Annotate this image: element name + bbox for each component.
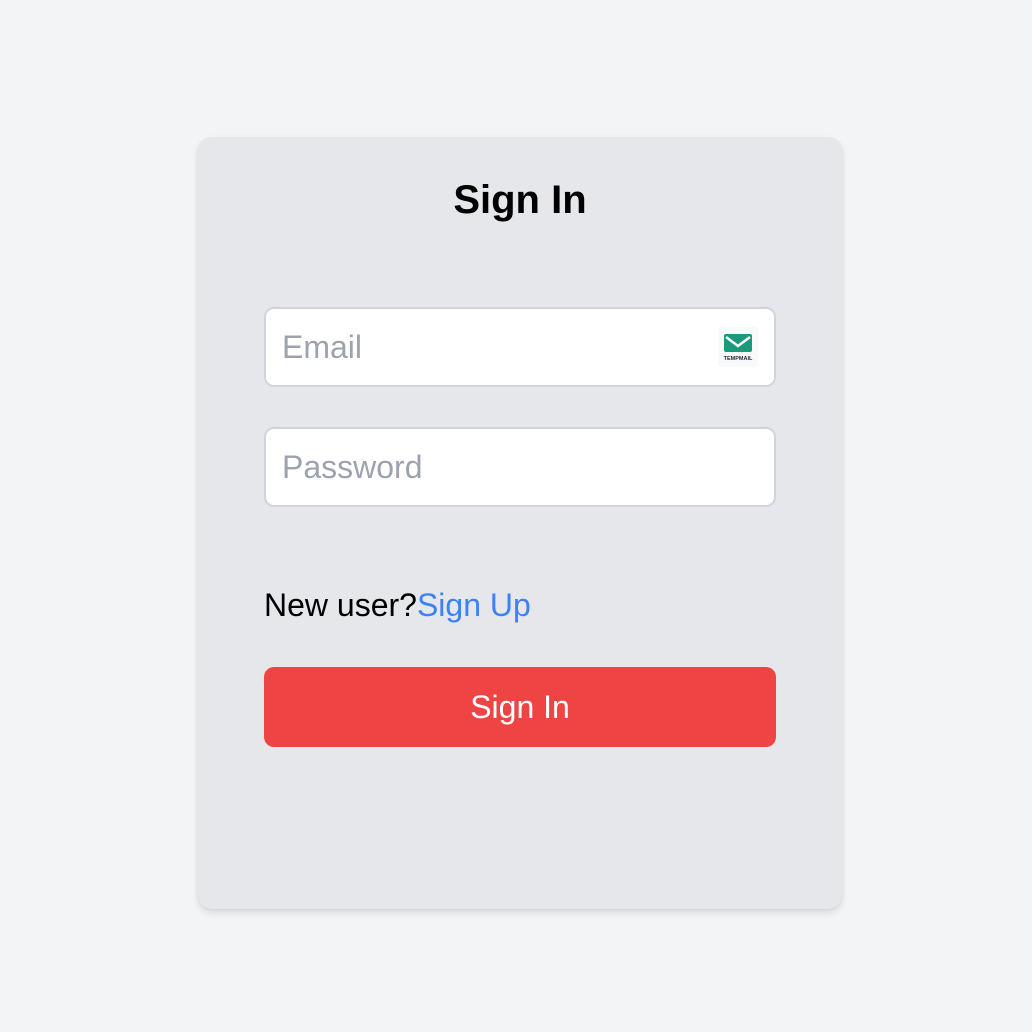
sign-up-link[interactable]: Sign Up xyxy=(417,587,531,623)
signup-prompt-row: New user?Sign Up xyxy=(264,585,531,625)
password-field[interactable] xyxy=(266,429,774,505)
email-field-wrapper: TEMPMAIL xyxy=(264,307,776,387)
password-field-wrapper xyxy=(264,427,776,507)
page: Sign In TEMPMAIL New user?Sign Up Sign I… xyxy=(0,0,1032,1032)
tempmail-label: TEMPMAIL xyxy=(724,356,753,362)
page-title: Sign In xyxy=(453,178,587,222)
signup-prompt-text: New user? xyxy=(264,587,417,623)
sign-in-button[interactable]: Sign In xyxy=(264,667,776,747)
email-field[interactable] xyxy=(266,309,774,385)
tempmail-extension-icon[interactable]: TEMPMAIL xyxy=(718,327,758,367)
sign-in-card: Sign In TEMPMAIL New user?Sign Up Sign I… xyxy=(198,137,842,909)
envelope-icon: TEMPMAIL xyxy=(724,334,753,362)
